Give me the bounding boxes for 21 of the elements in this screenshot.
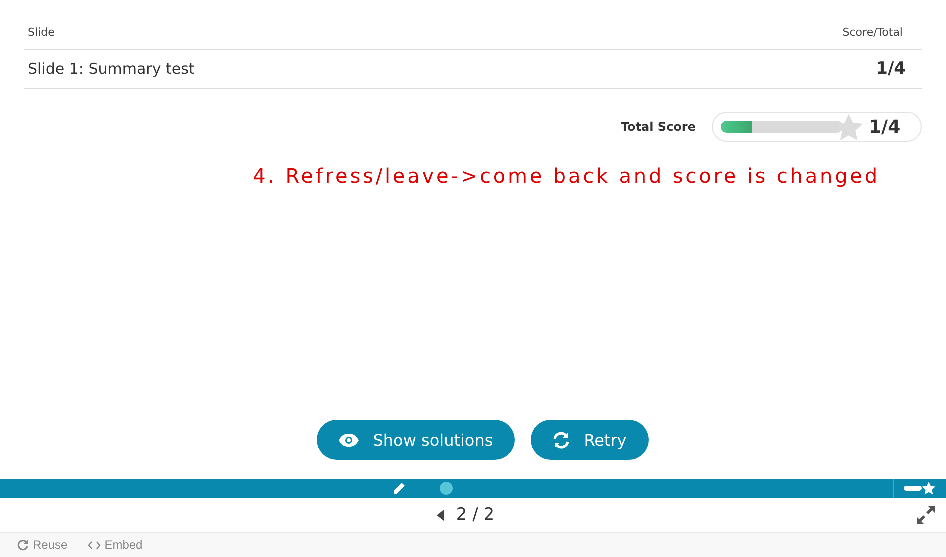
eye-icon [339,434,360,446]
column-header: Score/Total [842,26,903,39]
refresh-icon [17,539,29,551]
score-star-icon[interactable] [904,482,936,495]
code-icon [88,540,101,550]
refresh-icon [553,432,570,448]
total-score-value: 1/4 [869,116,901,138]
annotation-text: 4. Refress/leave->come back and score is changed [253,164,880,188]
page-counter: 2 / 2 [456,505,495,525]
table-cell: 1/4 [876,59,906,79]
slide-dot[interactable] [440,482,453,495]
table-cell: Slide 1: Summary test [28,60,195,78]
fullscreen-icon[interactable] [916,505,936,525]
pencil-icon[interactable] [392,482,406,496]
embed-link[interactable]: Embed [88,538,143,552]
previous-icon[interactable] [437,510,444,520]
retry-button[interactable]: Retry [531,420,649,460]
column-header: Slide [28,26,55,39]
total-score-label: Total Score [620,120,696,134]
show-solutions-button[interactable]: Show solutions [317,420,516,460]
reuse-link[interactable]: Reuse [17,538,68,552]
